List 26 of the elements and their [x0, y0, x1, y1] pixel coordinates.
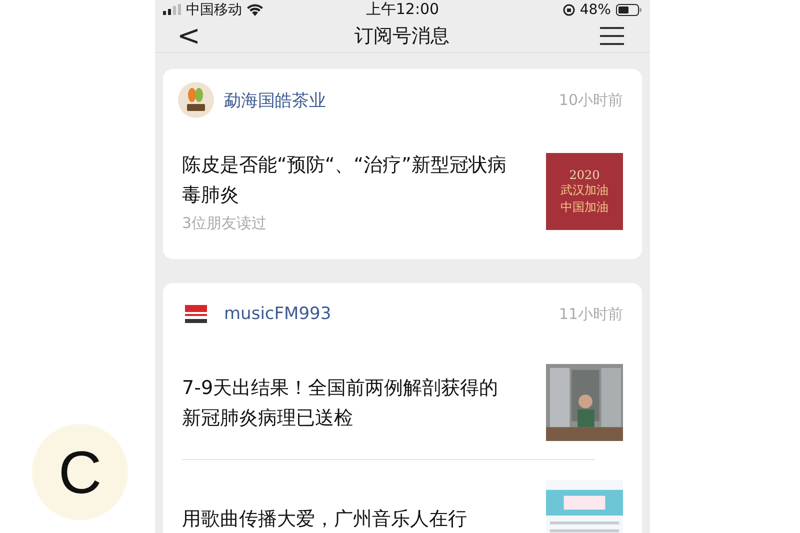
battery-percent: 48%: [580, 2, 611, 18]
back-button[interactable]: <: [173, 19, 204, 52]
banner-text: 2020: [569, 168, 600, 182]
article-title[interactable]: 陈皮是否能“预防“、“治疗”新型冠状病毒肺炎: [182, 150, 507, 210]
message-card[interactable]: musicFM993 11小时前 7-9天出结果！全国前两例解剖获得的新冠肺炎病理已送检 用歌曲传播大爱，广州音乐人在行: [163, 283, 642, 533]
battery-icon: [616, 4, 642, 16]
message-card[interactable]: 勐海国皓茶业 10小时前 陈皮是否能“预防“、“治疗”新型冠状病毒肺炎 3位朋友读过 2020 武汉加油 中国加油: [163, 69, 642, 259]
rotation-lock-icon: [562, 4, 575, 16]
read-count: 3位朋友读过: [182, 214, 268, 233]
panel-label: C: [32, 424, 128, 520]
carrier-name: 中国移动: [186, 0, 242, 18]
article-title[interactable]: 用歌曲传播大爱，广州音乐人在行: [182, 504, 507, 533]
signal-icon: [163, 4, 181, 15]
banner-text: 中国加油: [560, 198, 608, 216]
menu-icon[interactable]: [600, 26, 624, 46]
account-name[interactable]: musicFM993: [224, 304, 549, 324]
page-title: 订阅号消息: [354, 24, 450, 48]
clock-time: 上午12:00: [366, 0, 440, 19]
article-title[interactable]: 7-9天出结果！全国前两例解剖获得的新冠肺炎病理已送检: [182, 372, 507, 432]
account-name[interactable]: 勐海国皓茶业: [224, 88, 549, 112]
tea-logo-icon: [178, 82, 214, 118]
timestamp: 10小时前: [558, 90, 623, 110]
timestamp: 11小时前: [558, 304, 623, 324]
article-thumbnail[interactable]: 2020 武汉加油 中国加油: [546, 153, 623, 230]
wifi-icon: [247, 4, 263, 16]
banner-text: 武汉加油: [560, 182, 608, 198]
